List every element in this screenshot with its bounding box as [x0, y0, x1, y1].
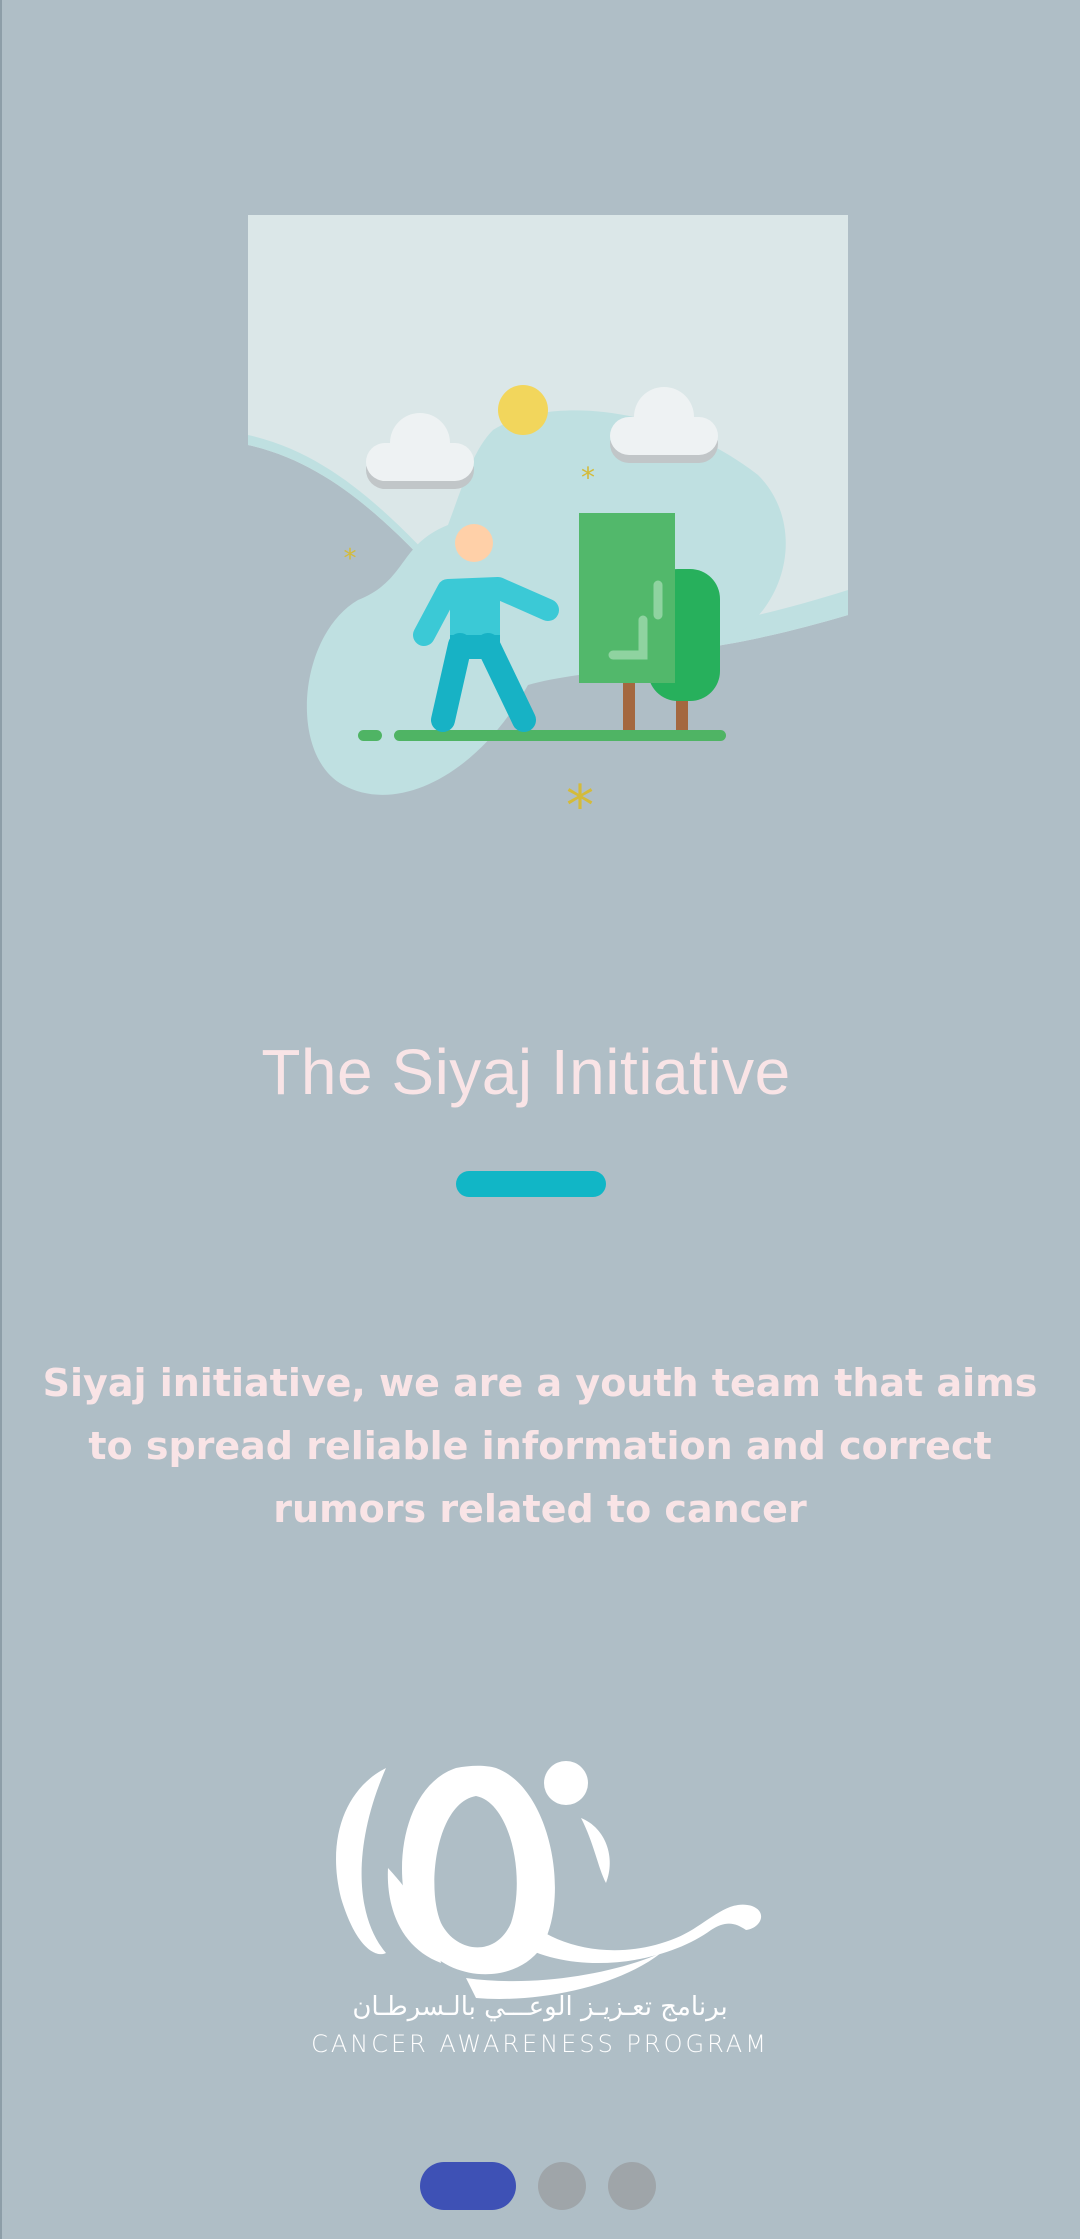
screen-edge: [0, 0, 2, 2239]
page-dot[interactable]: [538, 2162, 586, 2210]
page-indicator: [420, 2162, 656, 2210]
logo-english-text: CANCER AWARENESS PROGRAM: [311, 2030, 769, 2058]
svg-text:*: *: [566, 774, 594, 815]
page-description: Siyaj initiative, we are a youth team th…: [42, 1361, 1038, 1531]
title-underline: [456, 1171, 606, 1197]
walking-person-illustration: * * *: [248, 215, 848, 815]
page-dot-active[interactable]: [420, 2162, 516, 2210]
page-title: The Siyaj Initiative: [261, 1036, 791, 1108]
svg-text:*: *: [581, 461, 595, 494]
logo-arabic-text: برنامج تعـزيـز الوعـــي بالـسرطـان: [352, 1992, 728, 2022]
page-dot[interactable]: [608, 2162, 656, 2210]
svg-text:*: *: [344, 544, 357, 574]
